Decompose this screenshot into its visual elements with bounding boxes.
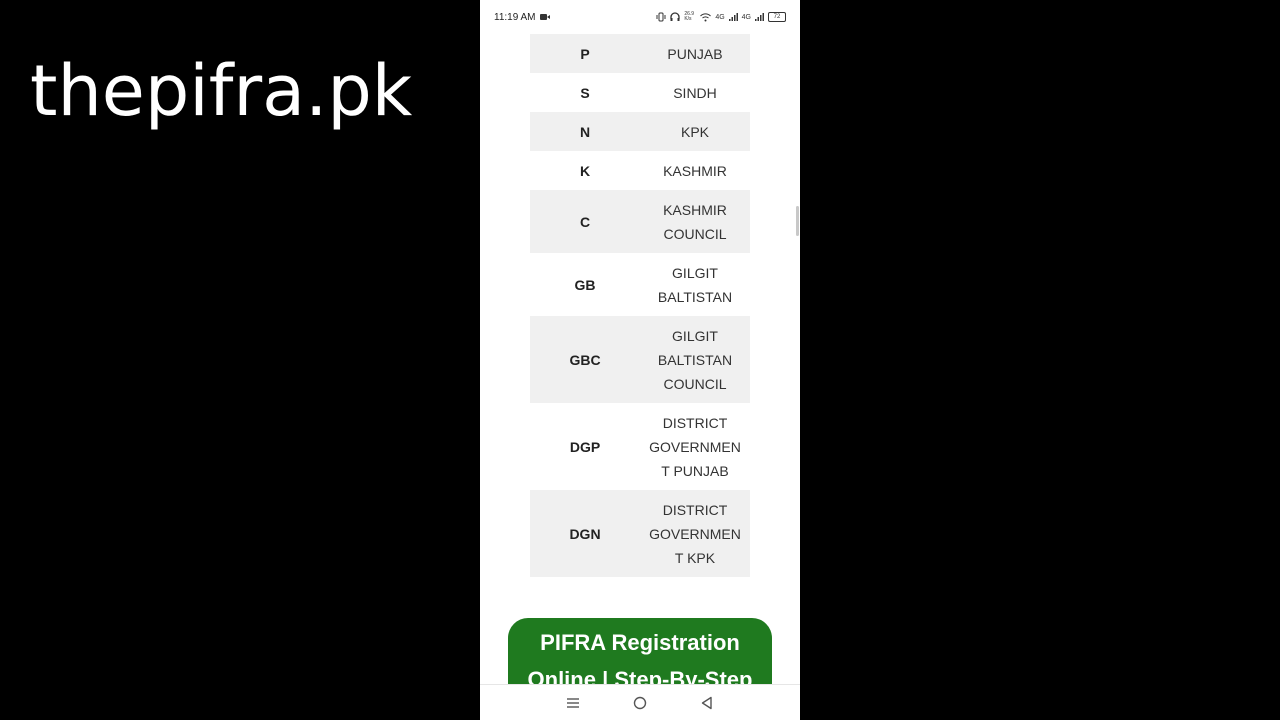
row-name-line: GOVERNMEN	[649, 438, 741, 455]
row-code: S	[580, 84, 590, 101]
signal-icon	[728, 13, 738, 21]
row-name-line: GILGIT	[672, 264, 718, 281]
row-name-line: COUNCIL	[663, 225, 727, 242]
row-name-line: BALTISTAN	[657, 288, 733, 305]
table-row: DGP DISTRICT GOVERNMEN T PUNJAB	[530, 403, 750, 490]
back-triangle-icon	[701, 696, 712, 709]
row-name: DISTRICT GOVERNMEN T PUNJAB	[640, 411, 750, 483]
page-scrollbar[interactable]	[796, 206, 799, 236]
battery-icon: 72	[768, 12, 786, 22]
row-name-line: KASHMIR	[663, 162, 727, 179]
table-row: GB GILGIT BALTISTAN	[530, 253, 750, 316]
row-name: KPK	[640, 120, 750, 144]
row-name: SINDH	[640, 81, 750, 105]
row-code: P	[580, 45, 590, 62]
row-name-line: DISTRICT	[662, 501, 728, 518]
table-row: K KASHMIR	[530, 151, 750, 190]
row-name-line: KPK	[680, 123, 709, 140]
watermark-text: thepifra.pk	[30, 50, 413, 132]
row-name-line: COUNCIL	[663, 375, 727, 392]
status-bar: 11:19 AM 26.9 K/s 4G 4G 72	[480, 0, 800, 34]
nav-menu-button[interactable]	[561, 691, 585, 715]
nav-home-button[interactable]	[628, 691, 652, 715]
menu-icon	[567, 697, 580, 708]
row-name-line: DISTRICT	[662, 414, 728, 431]
banner-title-line1: PIFRA Registration	[540, 630, 740, 655]
row-name: GILGIT BALTISTAN	[640, 261, 750, 309]
sim2-label: 4G	[741, 13, 751, 21]
row-code: DGN	[569, 525, 601, 542]
table-row: S SINDH	[530, 73, 750, 112]
row-code: C	[579, 213, 591, 230]
row-code: GBC	[569, 351, 601, 368]
row-name: DISTRICT GOVERNMEN T KPK	[640, 498, 750, 570]
status-time: 11:19 AM	[494, 11, 536, 23]
phone-screen: 11:19 AM 26.9 K/s 4G 4G 72 P PUNJAB S SINDH…	[480, 0, 800, 720]
row-name-line: T KPK	[674, 549, 716, 566]
android-nav-bar	[480, 684, 800, 720]
row-name-line: BALTISTAN	[657, 351, 733, 368]
battery-level: 72	[773, 14, 781, 20]
row-code: N	[579, 123, 591, 140]
video-record-icon	[539, 14, 550, 20]
nav-back-button[interactable]	[695, 691, 719, 715]
table-row: DGN DISTRICT GOVERNMEN T KPK	[530, 490, 750, 577]
net-speed: 26.9 K/s	[684, 11, 695, 22]
row-name-line: GOVERNMEN	[649, 525, 741, 542]
row-name-line: KASHMIR	[663, 201, 727, 218]
signal-icon-2	[755, 13, 764, 21]
table-row: N KPK	[530, 112, 750, 151]
row-name-line: PUNJAB	[667, 45, 723, 62]
row-name: GILGIT BALTISTAN COUNCIL	[640, 324, 750, 396]
home-circle-icon	[633, 696, 647, 709]
vibrate-icon	[656, 12, 666, 22]
table-row: C KASHMIR COUNCIL	[530, 190, 750, 253]
row-name-line: GILGIT	[672, 327, 718, 344]
row-code: DGP	[569, 438, 601, 455]
row-code: GB	[574, 276, 596, 293]
row-code: K	[579, 162, 591, 179]
province-code-table: P PUNJAB S SINDH N KPK K KASHMIR C KASHMIR COUNCIL…	[530, 34, 750, 577]
row-name-line: SINDH	[673, 84, 717, 101]
sim1-label: 4G	[715, 13, 725, 21]
wifi-icon	[700, 12, 712, 21]
table-row: P PUNJAB	[530, 34, 750, 73]
headphones-icon	[670, 12, 680, 21]
row-name: PUNJAB	[640, 42, 750, 66]
table-row: GBC GILGIT BALTISTAN COUNCIL	[530, 316, 750, 403]
row-name-line: T PUNJAB	[661, 462, 729, 479]
row-name: KASHMIR COUNCIL	[640, 198, 750, 246]
row-name: KASHMIR	[640, 159, 750, 183]
